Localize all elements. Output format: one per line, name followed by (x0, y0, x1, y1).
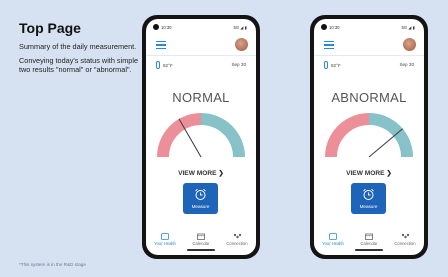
chevron-right-icon: ❯ (218, 170, 224, 177)
measure-label: Measure (359, 204, 378, 209)
hamburger-menu-icon[interactable] (156, 41, 166, 49)
alarm-clock-icon (363, 188, 374, 200)
status-time: 10:30 (161, 25, 172, 30)
app-screen: 10:30 5G ◢ ▮ 82°F Sep 30 ABNORMAL VIEW M… (314, 19, 424, 255)
calendar-icon (365, 233, 373, 240)
view-more-label: VIEW MORE (346, 170, 385, 177)
thermometer-icon (156, 61, 160, 69)
status-bar: 10:30 5G ◢ ▮ (314, 23, 424, 32)
gauge-needle (368, 128, 404, 158)
slide-title: Top Page (19, 20, 81, 36)
tab-connection[interactable]: Connection (219, 231, 255, 246)
status-time: 10:30 (329, 25, 340, 30)
people-connection-icon (233, 233, 241, 239)
view-more-label: VIEW MORE (178, 170, 217, 177)
alarm-clock-icon (195, 188, 206, 200)
description-line-1: Summary of the daily measurement. (19, 42, 137, 51)
avatar[interactable] (403, 38, 416, 51)
tab-label: Your Health (154, 241, 176, 246)
tab-label: Your Health (322, 241, 344, 246)
tab-your-health[interactable]: Your Health (315, 231, 351, 246)
weather: 82°F (156, 61, 173, 69)
view-more-link[interactable]: VIEW MORE ❯ (314, 169, 424, 177)
camera-icon (153, 24, 159, 30)
signal-battery-icon: 5G ◢ ▮ (233, 25, 247, 30)
calendar-icon (197, 233, 205, 240)
date: Sep 30 (231, 62, 246, 67)
tab-calendar[interactable]: Calendar (351, 231, 387, 246)
hamburger-menu-icon[interactable] (324, 41, 334, 49)
gauge-normal-zone (368, 113, 413, 158)
signal-battery-icon: 5G ◢ ▮ (401, 25, 415, 30)
phone-mockup-abnormal: 10:30 5G ◢ ▮ 82°F Sep 30 ABNORMAL VIEW M… (310, 15, 428, 259)
tab-your-health[interactable]: Your Health (147, 231, 183, 246)
heart-monitor-icon (161, 233, 169, 240)
temperature: 82°F (331, 62, 341, 68)
home-indicator[interactable] (355, 249, 383, 251)
header-divider (146, 55, 256, 56)
status-bar: 10:30 5G ◢ ▮ (146, 23, 256, 32)
description-line-2: Conveying today's status with simple two… (19, 56, 139, 74)
gauge-normal-zone (200, 113, 245, 158)
header-divider (314, 55, 424, 56)
view-more-link[interactable]: VIEW MORE ❯ (146, 169, 256, 177)
measure-button[interactable]: Measure (183, 183, 218, 214)
thermometer-icon (324, 61, 328, 69)
date: Sep 30 (399, 62, 414, 67)
tab-calendar[interactable]: Calendar (183, 231, 219, 246)
tab-label: Calendar (192, 241, 210, 246)
status-gauge (157, 113, 245, 158)
gauge-abnormal-zone (325, 113, 370, 158)
temperature: 82°F (163, 62, 173, 68)
app-screen: 10:30 5G ◢ ▮ 82°F Sep 30 NORMAL VIEW MOR… (146, 19, 256, 255)
chevron-right-icon: ❯ (386, 170, 392, 177)
tab-label: Connection (394, 241, 416, 246)
tab-connection[interactable]: Connection (387, 231, 423, 246)
footnote: *This system is in the R&D stage (19, 262, 86, 267)
tab-label: Connection (226, 241, 248, 246)
avatar[interactable] (235, 38, 248, 51)
weather: 82°F (324, 61, 341, 69)
camera-icon (321, 24, 327, 30)
heart-monitor-icon (329, 233, 337, 240)
status-gauge (325, 113, 413, 158)
home-indicator[interactable] (187, 249, 215, 251)
slide-description: Summary of the daily measurement. Convey… (19, 42, 139, 79)
measure-button[interactable]: Measure (351, 183, 386, 214)
phone-mockup-normal: 10:30 5G ◢ ▮ 82°F Sep 30 NORMAL VIEW MOR… (142, 15, 260, 259)
people-connection-icon (401, 233, 409, 239)
measure-label: Measure (191, 204, 210, 209)
tab-label: Calendar (360, 241, 378, 246)
